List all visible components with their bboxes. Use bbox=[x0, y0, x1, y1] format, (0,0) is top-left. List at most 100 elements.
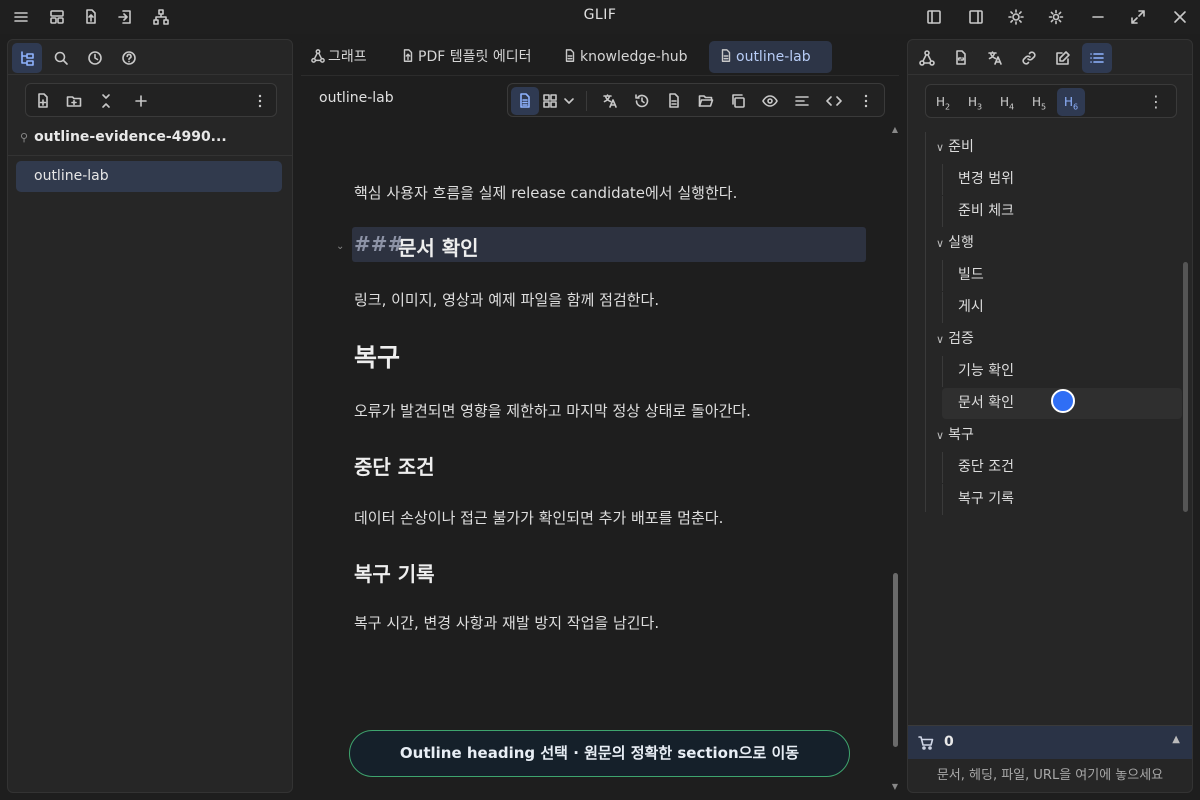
scroll-down-arrow-icon[interactable]: ▼ bbox=[891, 782, 899, 791]
translate-icon[interactable] bbox=[596, 87, 624, 115]
outline-label: 실행 bbox=[948, 235, 974, 251]
chevron-down-icon: ∨ bbox=[936, 237, 945, 250]
paragraph: 오류가 발견되면 영향을 제한하고 마지막 정상 상태로 돌아간다. bbox=[354, 402, 751, 420]
settings-gear-icon[interactable] bbox=[1042, 3, 1070, 31]
document-toolbar bbox=[507, 83, 885, 117]
heading-level-number: 2 bbox=[944, 102, 951, 112]
outline-group[interactable]: ∨ 복구 bbox=[926, 420, 1182, 451]
heading-level-h6-button[interactable]: H6 bbox=[1057, 88, 1085, 116]
heading-level-h4-button[interactable]: H4 bbox=[993, 88, 1021, 116]
heading-level-number: 6 bbox=[1072, 102, 1079, 112]
left-sidebar: ⚲ outline-evidence-4990... outline-lab bbox=[7, 39, 293, 793]
heading-level-number: 4 bbox=[1008, 102, 1015, 112]
title-bar: GLIF bbox=[0, 0, 1200, 34]
heading-letter: H bbox=[1063, 95, 1073, 109]
link-icon[interactable] bbox=[1014, 43, 1044, 73]
document-icon bbox=[563, 49, 577, 63]
outline-list-icon[interactable] bbox=[1082, 43, 1112, 73]
cart-bar[interactable]: 0 ▲ bbox=[908, 725, 1192, 759]
heading-level-h2-button[interactable]: H2 bbox=[929, 88, 957, 116]
maximize-icon[interactable] bbox=[1124, 3, 1152, 31]
scroll-up-arrow-icon[interactable]: ▲ bbox=[891, 125, 899, 134]
heading-level-filter: H2 H3 H4 H5 H6 ⋮ bbox=[925, 84, 1177, 118]
heading-3-row[interactable]: ### 문서 확인 bbox=[352, 227, 866, 262]
outline-item[interactable]: 중단 조건 bbox=[926, 452, 1182, 483]
outline-group[interactable]: ∨ 실행 bbox=[926, 228, 1182, 259]
code-icon[interactable] bbox=[820, 87, 848, 115]
heading-level-h5-button[interactable]: H5 bbox=[1025, 88, 1053, 116]
copy-icon[interactable] bbox=[724, 87, 752, 115]
tab-outline-lab[interactable]: outline-lab bbox=[709, 41, 832, 73]
chevron-up-icon[interactable]: ▲ bbox=[1172, 734, 1180, 745]
document-header: outline-lab bbox=[301, 79, 899, 119]
history-clock-icon[interactable] bbox=[80, 43, 110, 73]
eye-preview-icon[interactable] bbox=[756, 87, 784, 115]
outline-label: 검증 bbox=[948, 331, 974, 347]
heading-2: 중단 조건 bbox=[354, 455, 435, 479]
cart-icon bbox=[918, 735, 934, 751]
heading-2: 복구 기록 bbox=[354, 562, 435, 586]
outline-scrollbar-thumb[interactable] bbox=[1183, 262, 1188, 512]
folder-open-icon[interactable] bbox=[692, 87, 720, 115]
vault-name-label: outline-evidence-4990... bbox=[34, 129, 227, 145]
edit-icon[interactable] bbox=[1048, 43, 1078, 73]
paragraph: 핵심 사용자 흐름을 실제 release candidate에서 실행한다. bbox=[354, 184, 738, 202]
editor-pane: 그래프 PDF 템플릿 에디터 knowledge-hub outline-la… bbox=[301, 39, 899, 793]
new-file-icon[interactable] bbox=[29, 87, 57, 115]
outline-group[interactable]: ∨ 검증 bbox=[926, 324, 1182, 355]
file-export-icon bbox=[401, 49, 415, 63]
right-sidebar: H2 H3 H4 H5 H6 ⋮ ∨ 준비 변경 범위 준비 체크 ∨ 실행 빌드 … bbox=[907, 39, 1193, 793]
pointer-cursor-indicator bbox=[1051, 389, 1075, 413]
right-sidebar-toggle-icon[interactable] bbox=[962, 3, 990, 31]
document-icon[interactable] bbox=[660, 87, 688, 115]
vault-name: ⚲ outline-evidence-4990... bbox=[20, 129, 227, 145]
more-options-icon[interactable] bbox=[246, 87, 274, 115]
left-sidebar-toggle-icon[interactable] bbox=[920, 3, 948, 31]
pin-icon: ⚲ bbox=[20, 131, 29, 144]
graph-icon[interactable] bbox=[912, 43, 942, 73]
heading-marker: ### bbox=[354, 232, 405, 256]
align-left-icon[interactable] bbox=[788, 87, 816, 115]
heading-level-h3-button[interactable]: H3 bbox=[961, 88, 989, 116]
translate-icon[interactable] bbox=[980, 43, 1010, 73]
chevron-down-icon[interactable] bbox=[558, 87, 580, 115]
paragraph: 데이터 손상이나 접근 불가가 확인되면 추가 배포를 멈춘다. bbox=[354, 509, 724, 527]
more-options-icon[interactable]: ⋮ bbox=[1142, 88, 1170, 116]
outline-group[interactable]: ∨ 준비 bbox=[926, 132, 1182, 163]
editor-scrollbar-thumb[interactable] bbox=[893, 573, 898, 747]
outline-item[interactable]: 게시 bbox=[926, 292, 1182, 323]
file-tree-icon[interactable] bbox=[12, 43, 42, 73]
file-item-outline-lab[interactable]: outline-lab bbox=[16, 161, 282, 192]
outline-item[interactable]: 빌드 bbox=[926, 260, 1182, 291]
new-folder-icon[interactable] bbox=[60, 87, 88, 115]
history-icon[interactable] bbox=[628, 87, 656, 115]
tab-graph[interactable]: 그래프 bbox=[301, 41, 379, 73]
outline-item[interactable]: 기능 확인 bbox=[926, 356, 1182, 387]
collapse-all-icon[interactable] bbox=[92, 87, 120, 115]
fold-chevron-icon[interactable]: ⌄ bbox=[336, 241, 344, 252]
outline-item[interactable]: 복구 기록 bbox=[926, 484, 1182, 515]
heading-letter: H bbox=[999, 95, 1009, 109]
chevron-down-icon: ∨ bbox=[936, 429, 945, 442]
tab-bar: 그래프 PDF 템플릿 에디터 knowledge-hub outline-la… bbox=[301, 39, 899, 75]
outline-item[interactable]: 변경 범위 bbox=[926, 164, 1182, 195]
help-icon[interactable] bbox=[114, 43, 144, 73]
add-icon[interactable] bbox=[127, 87, 155, 115]
tab-knowledge-hub[interactable]: knowledge-hub bbox=[553, 41, 693, 73]
more-options-icon[interactable] bbox=[852, 87, 880, 115]
paragraph: 복구 시간, 변경 사항과 재발 방지 작업을 남긴다. bbox=[354, 614, 660, 632]
drop-zone-hint[interactable]: 문서, 헤딩, 파일, URL을 여기에 놓으세요 bbox=[908, 759, 1192, 793]
backlink-file-icon[interactable] bbox=[946, 43, 976, 73]
tab-label: outline-lab bbox=[736, 49, 811, 65]
theme-sun-icon[interactable] bbox=[1002, 3, 1030, 31]
minimize-icon[interactable] bbox=[1084, 3, 1112, 31]
document-title: outline-lab bbox=[319, 90, 394, 106]
outline-item[interactable]: 준비 체크 bbox=[926, 196, 1182, 227]
close-icon[interactable] bbox=[1166, 3, 1194, 31]
document-content: 핵심 사용자 흐름을 실제 release candidate에서 실행한다. … bbox=[301, 123, 891, 783]
tab-pdf-template-editor[interactable]: PDF 템플릿 에디터 bbox=[391, 41, 537, 73]
document-view-icon[interactable] bbox=[511, 87, 539, 115]
search-icon[interactable] bbox=[46, 43, 76, 73]
outline-tree: ∨ 준비 변경 범위 준비 체크 ∨ 실행 빌드 게시 ∨ 검증 기능 확인 문서 확… bbox=[925, 132, 1187, 515]
chevron-down-icon: ∨ bbox=[936, 333, 945, 346]
